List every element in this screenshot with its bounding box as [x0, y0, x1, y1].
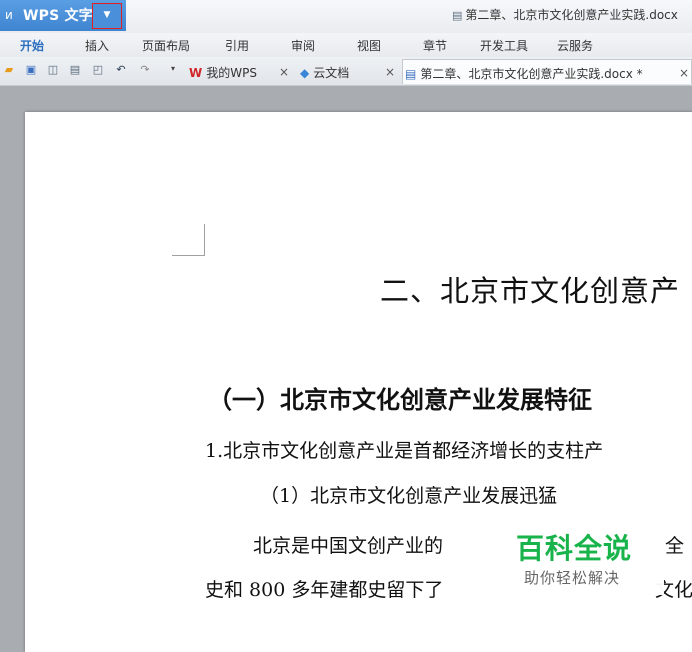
wps-app-button[interactable]: ᴎ WPS 文字 ▼	[0, 0, 126, 31]
tab-insert[interactable]: 插入	[85, 37, 109, 54]
window-title: ▤ 第二章、北京市文化创意产业实践.docx	[452, 6, 678, 23]
tab-section[interactable]: 章节	[423, 37, 447, 54]
document-heading-2: （一）北京市文化创意产业发展特征	[208, 385, 592, 414]
tab-current-document-label: 第二章、北京市文化创意产业实践.docx *	[420, 67, 643, 81]
cloud-icon: ◆	[300, 66, 310, 80]
close-icon[interactable]: ×	[679, 66, 689, 80]
wps-logo-icon: W	[189, 66, 203, 80]
customize-dropdown-icon[interactable]: ▾	[171, 64, 175, 73]
tab-developer[interactable]: 开发工具	[480, 37, 528, 54]
tab-my-wps[interactable]: W 我的WPS ×	[189, 59, 293, 84]
tab-home[interactable]: 开始	[20, 37, 44, 54]
print-preview-icon[interactable]: ◫	[46, 63, 60, 77]
print-icon[interactable]: ▤	[68, 63, 82, 77]
close-icon[interactable]: ×	[385, 65, 395, 79]
tab-my-wps-label: 我的WPS	[206, 66, 257, 80]
ribbon-tabs: 开始 插入 页面布局 引用 审阅 视图 章节 开发工具 云服务	[0, 33, 692, 57]
app-name-label: WPS 文字	[23, 8, 93, 24]
margin-corner-mark	[172, 255, 205, 256]
title-bar: ᴎ WPS 文字 ▼ ▤ 第二章、北京市文化创意产业实践.docx	[0, 0, 692, 33]
watermark-logo: 百科全说 助你轻松解决	[502, 523, 664, 595]
document-paragraph: 1.北京市文化创意产业是首都经济增长的支柱产	[205, 440, 604, 462]
document-paragraph-tail: 全	[665, 535, 685, 557]
redo-icon[interactable]: ↷	[138, 63, 152, 77]
close-icon[interactable]: ×	[279, 65, 289, 79]
app-menu-dropdown-button[interactable]: ▼	[92, 3, 122, 29]
document-icon: ▤	[405, 67, 417, 81]
open-icon[interactable]: ▰	[2, 63, 16, 77]
document-paragraph: 史和 800 多年建都史留下了	[205, 579, 444, 601]
margin-corner-mark	[204, 224, 205, 256]
document-paragraph: 北京是中国文创产业的	[253, 535, 444, 557]
document-paragraph: （1）北京市文化创意产业发展迅猛	[260, 485, 558, 507]
export-pdf-icon[interactable]: ◰	[91, 63, 105, 77]
document-icon: ▤	[452, 9, 463, 22]
watermark-subtitle: 助你轻松解决	[524, 569, 621, 587]
tab-cloud-docs[interactable]: ◆ 云文档 ×	[300, 59, 402, 84]
tab-cloud-docs-label: 云文档	[313, 66, 350, 80]
watermark-title: 百科全说	[516, 532, 633, 565]
tab-view[interactable]: 视图	[357, 37, 381, 54]
tab-review[interactable]: 审阅	[291, 37, 315, 54]
tab-page-layout[interactable]: 页面布局	[142, 37, 190, 54]
save-icon[interactable]: ▣	[24, 63, 38, 77]
tab-cloud-service[interactable]: 云服务	[557, 37, 593, 54]
window-title-text: 第二章、北京市文化创意产业实践.docx	[465, 8, 678, 22]
document-heading-1: 二、北京市文化创意产	[380, 274, 681, 308]
wps-logo-icon: ᴎ	[5, 8, 13, 22]
tab-references[interactable]: 引用	[225, 37, 249, 54]
tab-current-document[interactable]: ▤ 第二章、北京市文化创意产业实践.docx * ×	[402, 59, 692, 84]
undo-icon[interactable]: ↶	[114, 63, 128, 77]
quick-access-toolbar: ▰ ▣ ◫ ▤ ◰ ↶ ↷ ▾ W 我的WPS × ◆ 云文档 × ▤ 第二章、北京市…	[0, 57, 692, 86]
chevron-down-icon: ▼	[103, 10, 111, 20]
